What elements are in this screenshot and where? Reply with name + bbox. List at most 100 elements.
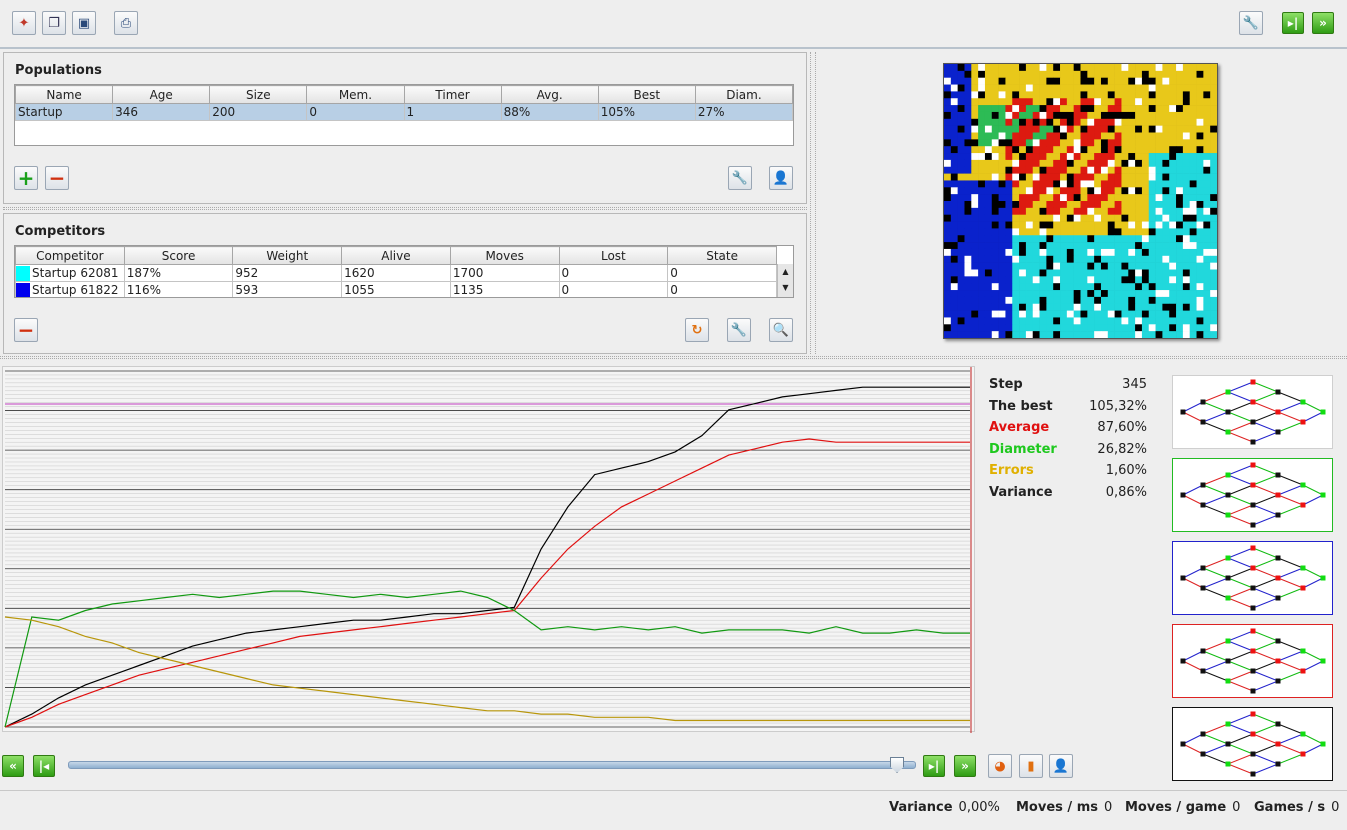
column-header[interactable]: Diam. <box>694 85 794 104</box>
board-cell <box>950 214 958 222</box>
column-header[interactable]: Size <box>209 85 308 104</box>
board-cell <box>950 331 958 339</box>
board-cell <box>1053 235 1061 243</box>
populations-table[interactable]: Name Age Size Mem. Timer Avg. Best Diam. Startu… <box>14 84 794 146</box>
column-header[interactable]: State <box>667 246 777 265</box>
board-cell <box>971 187 979 195</box>
board-cell <box>1176 64 1184 72</box>
column-header[interactable]: Score <box>123 246 234 265</box>
board-cell <box>1012 98 1020 106</box>
board-cell <box>1155 235 1163 243</box>
network-diagram[interactable] <box>1172 541 1333 615</box>
step-button[interactable]: ▸| <box>1282 12 1304 34</box>
column-header[interactable]: Moves <box>449 246 560 265</box>
population-settings-button[interactable]: 🔧 <box>728 166 752 190</box>
network-diagram[interactable] <box>1172 624 1333 698</box>
board-cell <box>1039 331 1047 339</box>
board-cell <box>1060 173 1068 181</box>
remove-population-button[interactable]: − <box>45 166 69 190</box>
rewind-button[interactable]: « <box>2 755 24 777</box>
scroll-down-icon[interactable]: ▼ <box>778 280 793 296</box>
column-header[interactable]: Lost <box>558 246 669 265</box>
board-cell <box>1039 70 1047 78</box>
board-cell <box>1066 221 1074 229</box>
table-row[interactable]: Startup 62081 187% 952 1620 1700 0 0 <box>15 264 777 282</box>
network-edge <box>1277 743 1304 755</box>
board-cell <box>1121 303 1129 311</box>
board-cell <box>998 77 1006 85</box>
board-cell <box>998 214 1006 222</box>
board-cell <box>957 331 965 339</box>
board-cell <box>978 331 986 339</box>
split-divider[interactable] <box>3 207 807 210</box>
first-step-button[interactable]: |◂ <box>33 755 55 777</box>
slider-thumb[interactable] <box>890 757 905 773</box>
column-header[interactable]: Alive <box>341 246 451 265</box>
board-cell <box>1148 228 1156 236</box>
copy-button[interactable]: ❐ <box>42 11 66 35</box>
table-row[interactable]: Startup 346 200 0 1 88% 105% 27% <box>14 103 794 121</box>
board-cell <box>1053 64 1061 72</box>
network-diagram[interactable] <box>1172 458 1333 532</box>
competitors-scrollbar[interactable]: ▲ ▼ <box>777 264 793 297</box>
table-row[interactable]: Startup 61822 116% 593 1055 1135 0 0 <box>15 281 777 297</box>
board-cell <box>1039 303 1047 311</box>
board-cell <box>1128 310 1136 318</box>
fast-forward-button[interactable]: » <box>954 755 976 777</box>
column-header[interactable]: Competitor <box>15 246 125 265</box>
board-cell <box>1114 146 1122 154</box>
board-cell <box>991 173 999 181</box>
board-cell <box>1032 324 1040 332</box>
board-cell <box>1094 207 1102 215</box>
board-cell <box>957 146 965 154</box>
board-cell <box>1148 91 1156 99</box>
column-header[interactable]: Best <box>597 85 696 104</box>
save-button[interactable]: ▣ <box>72 11 96 35</box>
board-cell <box>1094 166 1102 174</box>
network-diagram[interactable] <box>1172 375 1333 449</box>
board-cell <box>1135 255 1143 263</box>
column-header[interactable]: Age <box>112 85 211 104</box>
print-button[interactable]: ⎙ <box>114 11 138 35</box>
board-cell <box>1114 303 1122 311</box>
add-population-button[interactable]: + <box>14 166 38 190</box>
competitor-settings-button[interactable]: 🔧 <box>727 318 751 342</box>
horizontal-divider[interactable] <box>0 356 1347 359</box>
column-header[interactable]: Timer <box>403 85 502 104</box>
board-cell <box>984 303 993 311</box>
remove-competitor-button[interactable]: − <box>14 318 38 342</box>
board-cell <box>971 201 979 209</box>
bar-chart-button[interactable]: ▮ <box>1019 754 1043 778</box>
vertical-divider[interactable] <box>810 52 816 354</box>
zoom-button[interactable]: 🔍 <box>769 318 793 342</box>
network-diagram[interactable] <box>1172 707 1333 781</box>
run-button[interactable]: » <box>1312 12 1334 34</box>
board-cell <box>1203 194 1211 202</box>
column-header[interactable]: Name <box>14 85 114 104</box>
board-cell <box>1100 283 1109 291</box>
timeline-slider[interactable] <box>68 757 916 773</box>
reload-button[interactable]: ↻ <box>685 318 709 342</box>
settings-button[interactable]: 🔧 <box>1239 11 1263 35</box>
network-node <box>1250 462 1256 468</box>
pie-chart-button[interactable]: ◕ <box>988 754 1012 778</box>
board-cell <box>1162 166 1170 174</box>
population-user-button[interactable]: 👤 <box>769 166 793 190</box>
last-step-button[interactable]: ▸| <box>923 755 945 777</box>
scroll-up-icon[interactable]: ▲ <box>778 264 793 280</box>
board-cell <box>1046 296 1054 305</box>
board-cell <box>1176 283 1184 291</box>
board-cell <box>1032 159 1040 168</box>
competitors-table[interactable]: Competitor Score Weight Alive Moves Lost State… <box>14 245 794 298</box>
board-cell <box>1053 242 1061 250</box>
user-button[interactable]: 👤 <box>1049 754 1073 778</box>
stat-step: Step 345 <box>989 377 1147 397</box>
cell-text: 1700 <box>452 266 484 280</box>
new-population-button[interactable]: ✦ <box>12 11 36 35</box>
column-header[interactable]: Weight <box>232 246 343 265</box>
board-cell <box>1210 296 1218 305</box>
board-cell <box>1182 91 1191 99</box>
column-header[interactable]: Mem. <box>306 85 405 104</box>
board-cell <box>1025 310 1034 318</box>
column-header[interactable]: Avg. <box>500 85 599 104</box>
